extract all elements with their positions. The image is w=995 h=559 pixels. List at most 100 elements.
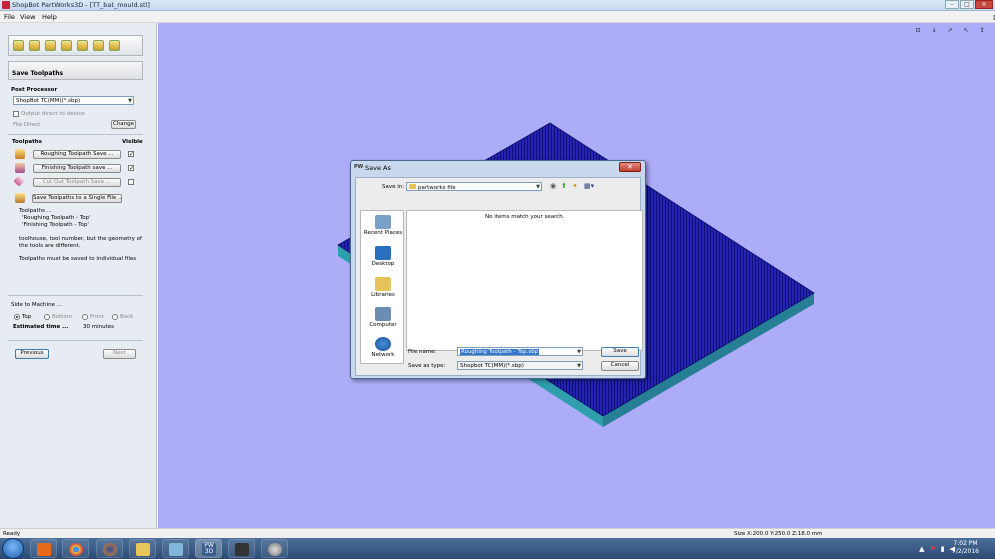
dialog-title: Save As bbox=[365, 164, 391, 172]
info-line: Toolpaths ... bbox=[19, 208, 53, 214]
side-radio-back[interactable] bbox=[112, 314, 118, 320]
status-bar: Ready Size X:200.0 Y:250.0 Z:18.0 mm bbox=[0, 528, 995, 538]
place-computer[interactable]: Computer bbox=[363, 307, 403, 328]
toolpath-icon-1[interactable] bbox=[13, 40, 24, 51]
info-line: toolhouse, tool number, but the geometry… bbox=[19, 236, 142, 242]
libraries-icon bbox=[375, 277, 391, 291]
save-button[interactable]: Save bbox=[601, 347, 639, 357]
clock-time: 7:02 PM bbox=[953, 540, 978, 547]
toolpath-icon-5[interactable] bbox=[77, 40, 88, 51]
tray-arrow-icon[interactable]: ▲ bbox=[919, 545, 924, 553]
post-processor-select[interactable]: ShopBot TC(MM)(*.sbp) ▼ bbox=[13, 96, 134, 105]
desktop-icon bbox=[375, 246, 391, 260]
side-label-bottom: Bottom bbox=[52, 314, 73, 320]
side-radio-bottom[interactable] bbox=[44, 314, 50, 320]
toolpath-icon-2[interactable] bbox=[29, 40, 40, 51]
window-title: ShopBot PartWorks3D - [TT_bat_mould.stl] bbox=[12, 1, 150, 9]
dialog-body: Save in: partworks file ▼ ◉ ⬆ ✦ ▦▾ Recent… bbox=[355, 177, 643, 376]
model-size: Size X:200.0 Y:250.0 Z:18.0 mm bbox=[734, 531, 823, 537]
chevron-down-icon: ▼ bbox=[536, 184, 540, 190]
place-label: Libraries bbox=[371, 292, 395, 298]
toolpath-icon-6[interactable] bbox=[93, 40, 104, 51]
next-button[interactable]: Next bbox=[103, 349, 136, 359]
taskbar-partworks[interactable]: PW 3D bbox=[195, 539, 222, 558]
save-single-file-button[interactable]: Save Toolpaths to a Single File ... bbox=[32, 194, 122, 203]
place-libraries[interactable]: Libraries bbox=[363, 277, 403, 298]
toolpath-visible-checkbox[interactable]: ✓ bbox=[128, 151, 134, 158]
taskbar-firefox[interactable] bbox=[96, 539, 123, 558]
save-in-select[interactable]: partworks file ▼ bbox=[406, 182, 542, 191]
estimated-label: Estimated time ... bbox=[13, 324, 69, 330]
save-type-select[interactable]: Shopbot TC(MM)(*.sbp) ▼ bbox=[457, 361, 583, 370]
pw-icon: PW bbox=[354, 164, 364, 170]
save-type-label: Save as type: bbox=[408, 363, 446, 369]
toolpath-visible-checkbox[interactable]: ✓ bbox=[128, 165, 134, 172]
place-desktop[interactable]: Desktop bbox=[363, 246, 403, 267]
view-menu-icon[interactable]: ▦▾ bbox=[584, 182, 594, 190]
taskbar-app[interactable] bbox=[162, 539, 189, 558]
cancel-button[interactable]: Cancel bbox=[601, 361, 639, 371]
taskbar-media-player[interactable] bbox=[30, 539, 57, 558]
firefox-icon bbox=[103, 543, 117, 556]
place-network[interactable]: Network bbox=[363, 337, 403, 358]
network-tray-icon[interactable]: ▮ bbox=[941, 545, 945, 553]
side-radio-front[interactable] bbox=[82, 314, 88, 320]
computer-icon bbox=[375, 307, 391, 321]
chevron-down-icon: ▼ bbox=[577, 349, 581, 355]
empty-message: No items match your search. bbox=[485, 214, 565, 220]
visible-header: Visible bbox=[122, 139, 143, 145]
change-button[interactable]: Change bbox=[111, 120, 136, 129]
menu-help[interactable]: Help bbox=[42, 13, 57, 21]
file-name-value: Roughing Toolpath - Top.sbp bbox=[460, 349, 540, 355]
minimize-button[interactable]: – bbox=[945, 0, 959, 9]
network-icon bbox=[375, 337, 391, 351]
file-list[interactable]: No items match your search. bbox=[406, 210, 643, 351]
close-button[interactable]: ✕ bbox=[975, 0, 993, 9]
menu-file[interactable]: File bbox=[4, 13, 15, 21]
app-icon bbox=[2, 1, 10, 9]
dialog-title-bar: PW Save As ✕ bbox=[351, 161, 645, 177]
previous-button[interactable]: Previous bbox=[15, 349, 49, 359]
up-folder-icon[interactable]: ⬆ bbox=[561, 182, 567, 190]
side-label-top: Top bbox=[22, 314, 32, 320]
place-label: Desktop bbox=[371, 261, 395, 267]
toolpath-save-button[interactable]: Finishing Toolpath save ... bbox=[33, 164, 121, 173]
taskbar-chrome[interactable] bbox=[62, 539, 89, 558]
folder-icon bbox=[409, 184, 416, 189]
back-icon[interactable]: ◉ bbox=[550, 182, 556, 190]
file-name-input[interactable]: Roughing Toolpath - Top.sbp ▼ bbox=[457, 347, 583, 356]
start-button[interactable] bbox=[2, 538, 24, 559]
flag-icon[interactable]: ⚑ bbox=[929, 545, 935, 553]
estimated-value: 30 minutes bbox=[83, 324, 115, 330]
chevron-down-icon: ▼ bbox=[128, 98, 132, 104]
app-window-icon bbox=[169, 543, 183, 556]
new-folder-icon[interactable]: ✦ bbox=[572, 182, 578, 190]
output-direct-checkbox[interactable] bbox=[13, 111, 19, 117]
info-line: 'Roughing Toolpath - Top' bbox=[22, 215, 91, 221]
toolpath-toolbar bbox=[8, 35, 143, 56]
file-name-label: File name: bbox=[408, 349, 437, 355]
taskbar-tool[interactable] bbox=[261, 539, 288, 558]
clock-date: 7/2/2016 bbox=[952, 548, 979, 555]
save-as-dialog: PW Save As ✕ Save in: partworks file ▼ ◉ … bbox=[350, 160, 646, 379]
maximize-button[interactable]: □ bbox=[960, 0, 974, 9]
toolpath-icon-7[interactable] bbox=[109, 40, 120, 51]
info-line: 'Finishing Toolpath - Top' bbox=[22, 222, 89, 228]
toolpath-icon-4[interactable] bbox=[61, 40, 72, 51]
single-file-icon bbox=[15, 193, 25, 203]
menu-view[interactable]: View bbox=[20, 13, 35, 21]
taskbar-shopbot[interactable] bbox=[228, 539, 255, 558]
save-type-value: Shopbot TC(MM)(*.sbp) bbox=[460, 363, 524, 369]
toolpath-save-button[interactable]: Roughing Toolpath Save ... bbox=[33, 150, 121, 159]
place-recent[interactable]: Recent Places bbox=[363, 215, 403, 236]
media-player-icon bbox=[37, 543, 51, 556]
dialog-close-button[interactable]: ✕ bbox=[619, 162, 641, 172]
taskbar-explorer[interactable] bbox=[129, 539, 156, 558]
side-radio-top[interactable] bbox=[14, 314, 20, 320]
toolpath-save-button[interactable]: Cut Out Toolpath Save ... bbox=[33, 178, 121, 187]
side-label: Side to Machine ... bbox=[11, 302, 62, 308]
toolpath-visible-checkbox[interactable] bbox=[128, 179, 134, 185]
toolpaths-header: Toolpaths bbox=[12, 139, 42, 145]
toolpath-icon-3[interactable] bbox=[45, 40, 56, 51]
clock[interactable]: 7:02 PM 7/2/2016 bbox=[952, 540, 979, 556]
